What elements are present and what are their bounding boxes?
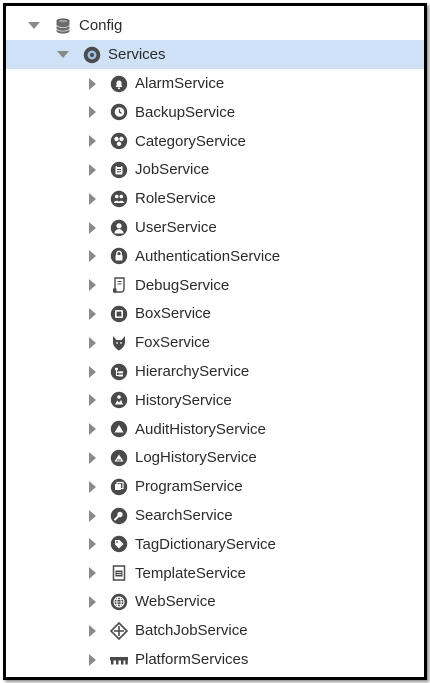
tree-node-label: Config [79, 17, 123, 34]
tree-node-batch-job-service[interactable]: BatchJobService [6, 616, 424, 645]
expand-arrow[interactable] [89, 365, 96, 378]
tree-node-label: FoxService [135, 334, 211, 352]
expand-arrow[interactable] [89, 451, 96, 464]
expand-arrow[interactable] [89, 653, 96, 666]
expand-arrow[interactable] [89, 480, 96, 493]
expand-arrow[interactable] [89, 509, 96, 522]
tree-node-hierarchy-service[interactable]: HierarchyService [6, 357, 424, 386]
expand-arrow[interactable] [89, 336, 96, 349]
tree-node-box-service[interactable]: BoxService [6, 299, 424, 328]
batch-job-icon [110, 621, 128, 640]
tree-node-platform-services[interactable]: PlatformServices [6, 645, 424, 674]
services-gear-icon [83, 46, 101, 64]
database-icon [54, 17, 72, 35]
expand-arrow[interactable] [89, 538, 96, 551]
tree-node-label: AuditHistoryService [135, 420, 266, 438]
expand-arrow[interactable] [89, 163, 96, 176]
tree-node-services[interactable]: Services [6, 40, 424, 69]
tree-node-category-service[interactable]: CategoryService [6, 127, 424, 156]
tree-node-label: AuthenticationService [135, 247, 281, 265]
globe-icon [110, 593, 128, 611]
scroll-icon [110, 276, 128, 294]
role-icon [110, 190, 128, 208]
job-icon [110, 161, 128, 179]
tree-node-label: RoleService [135, 190, 216, 208]
tree-node-label: WebService [135, 593, 216, 611]
tree-node-label: HierarchyService [135, 363, 250, 380]
expand-arrow[interactable] [89, 221, 96, 234]
fox-icon [110, 334, 128, 352]
tree-node-label: AlarmService [135, 75, 225, 92]
expand-arrow[interactable] [89, 394, 96, 407]
expand-arrow[interactable] [89, 307, 96, 320]
tree-node-config[interactable]: Config [6, 11, 424, 40]
lock-icon [110, 247, 128, 265]
expand-arrow[interactable] [89, 77, 96, 90]
tree-node-label: PlatformServices [135, 651, 249, 668]
expand-arrow[interactable] [89, 250, 96, 263]
collapse-arrow[interactable] [57, 51, 69, 58]
tree-node-role-service[interactable]: RoleService [6, 184, 424, 213]
audit-history-icon [110, 420, 128, 438]
tree-node-log-history-service[interactable]: LogHistoryService [6, 443, 424, 472]
tree-node-label: CategoryService [135, 132, 246, 150]
window-frame: Config Services AlarmService BackupService C… [3, 3, 427, 680]
tree-node-search-service[interactable]: SearchService [6, 501, 424, 530]
tag-icon [110, 535, 128, 553]
tree-node-audit-history-service[interactable]: AuditHistoryService [6, 415, 424, 444]
tree-node-label: SearchService [135, 507, 233, 524]
tree-node-history-service[interactable]: HistoryService [6, 386, 424, 415]
tree-node-label: BoxService [135, 305, 211, 323]
tree-node-fox-service[interactable]: FoxService [6, 328, 424, 357]
tree-node-label: JobService [135, 161, 210, 179]
program-icon [110, 478, 128, 496]
tree-node-label: BatchJobService [135, 622, 248, 640]
hierarchy-icon [110, 363, 128, 381]
tree-node-label: DebugService [135, 276, 230, 294]
search-icon [110, 507, 128, 525]
tree-node-label: HistoryService [135, 391, 232, 409]
tree-node-label: TemplateService [135, 564, 246, 582]
category-icon [110, 132, 128, 150]
tree-node-program-service[interactable]: ProgramService [6, 472, 424, 501]
tree-node-backup-service[interactable]: BackupService [6, 98, 424, 127]
tree-node-label: Services [108, 46, 166, 63]
expand-arrow[interactable] [89, 192, 96, 205]
tree-node-label: BackupService [135, 103, 236, 121]
tree-node-authentication-service[interactable]: AuthenticationService [6, 242, 424, 271]
platform-icon [110, 651, 128, 669]
expand-arrow[interactable] [89, 135, 96, 148]
tree-node-template-service[interactable]: TemplateService [6, 559, 424, 588]
tree-node-debug-service[interactable]: DebugService [6, 271, 424, 300]
expand-arrow[interactable] [89, 423, 96, 436]
tree-node-alarm-service[interactable]: AlarmService [6, 69, 424, 98]
tree-node-label: LogHistoryService [135, 449, 257, 467]
tree-node-web-service[interactable]: WebService [6, 587, 424, 616]
tree-node-job-service[interactable]: JobService [6, 155, 424, 184]
user-icon [110, 219, 128, 237]
tree-node-label: TagDictionaryService [135, 535, 276, 553]
tree-node-label: ProgramService [135, 478, 243, 496]
expand-arrow[interactable] [89, 567, 96, 580]
history-icon [110, 391, 128, 409]
tree-node-label: UserService [135, 219, 217, 236]
box-icon [110, 305, 128, 323]
log-history-icon [110, 449, 128, 467]
backup-clock-icon [110, 103, 128, 121]
expand-arrow[interactable] [89, 279, 96, 292]
tree-node-tag-dictionary-service[interactable]: TagDictionaryService [6, 530, 424, 559]
expand-arrow[interactable] [89, 624, 96, 637]
tree-node-user-service[interactable]: UserService [6, 213, 424, 242]
expand-arrow[interactable] [89, 595, 96, 608]
template-icon [110, 564, 128, 582]
expand-arrow[interactable] [89, 106, 96, 119]
collapse-arrow[interactable] [28, 22, 40, 29]
alarm-bell-icon [110, 75, 128, 93]
